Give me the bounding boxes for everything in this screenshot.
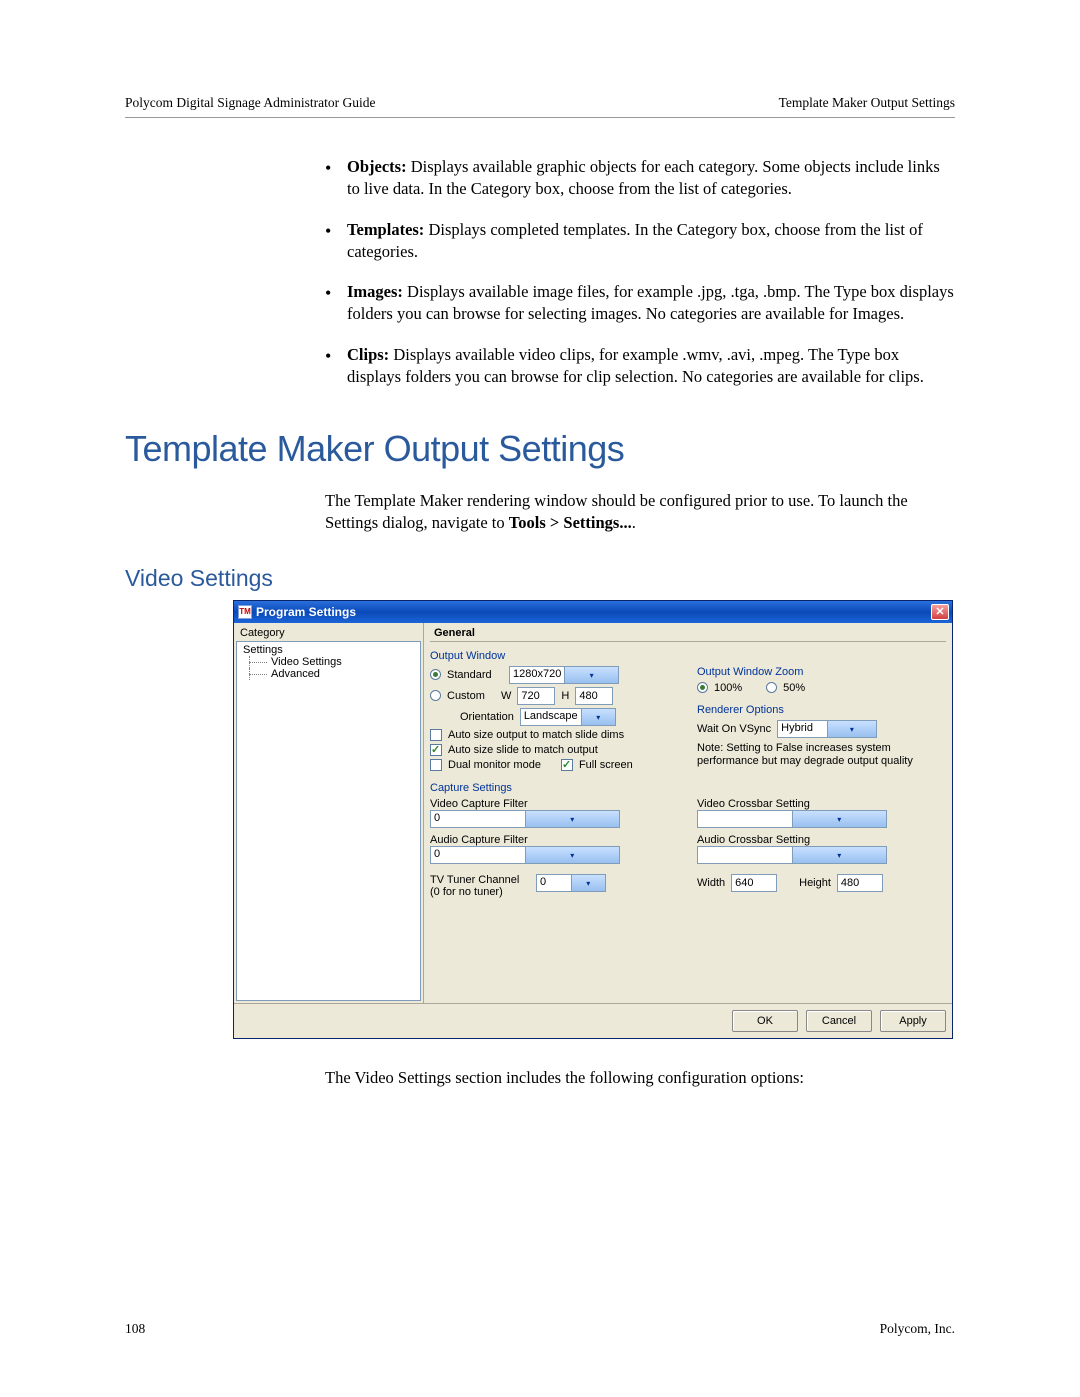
dialog-title: Program Settings — [256, 605, 356, 619]
vsync-note: Note: Setting to False increases system … — [697, 742, 946, 768]
orientation-value: Landscape — [521, 709, 581, 725]
resolution-value: 1280x720 — [510, 667, 564, 683]
auto-size-output-label: Auto size output to match slide dims — [448, 729, 624, 741]
page-footer: 108 Polycom, Inc. — [125, 1321, 955, 1337]
video-crossbar-combo[interactable]: ▾ — [697, 810, 887, 828]
audio-crossbar-combo[interactable]: ▾ — [697, 846, 887, 864]
bullet-clips-text: Displays available video clips, for exam… — [347, 345, 924, 386]
header-left: Polycom Digital Signage Administrator Gu… — [125, 95, 375, 111]
resolution-combo[interactable]: 1280x720 ▾ — [509, 666, 619, 684]
video-crossbar-label: Video Crossbar Setting — [697, 798, 946, 810]
audio-capture-filter-value: 0 — [431, 847, 525, 863]
cancel-button[interactable]: Cancel — [806, 1010, 872, 1032]
chevron-down-icon[interactable]: ▾ — [525, 811, 620, 827]
footer-company: Polycom, Inc. — [880, 1321, 955, 1337]
category-tree[interactable]: Settings Video Settings Advanced — [236, 641, 421, 1001]
chevron-down-icon[interactable]: ▾ — [581, 709, 615, 725]
zoom-100-radio[interactable] — [697, 682, 708, 693]
capture-width-label: Width — [697, 877, 725, 889]
capture-width-input[interactable] — [731, 874, 777, 892]
bullet-images-text: Displays available image files, for exam… — [347, 282, 954, 323]
tv-tuner-value: 0 — [537, 875, 571, 891]
chevron-down-icon[interactable]: ▾ — [827, 721, 877, 737]
h-label: H — [561, 690, 569, 702]
dialog-button-row: OK Cancel Apply — [234, 1003, 952, 1038]
audio-capture-filter-combo[interactable]: 0 ▾ — [430, 846, 620, 864]
audio-crossbar-value — [698, 847, 792, 863]
auto-size-slide-checkbox[interactable] — [430, 744, 442, 756]
page-header: Polycom Digital Signage Administrator Gu… — [125, 95, 955, 118]
orientation-label: Orientation — [460, 711, 514, 723]
height-input[interactable] — [575, 687, 613, 705]
auto-size-slide-label: Auto size slide to match output — [448, 744, 598, 756]
capture-settings-label: Capture Settings — [430, 782, 946, 794]
category-panel: Category Settings Video Settings Advance… — [234, 623, 424, 1003]
video-crossbar-value — [698, 811, 792, 827]
width-input[interactable] — [517, 687, 555, 705]
orientation-combo[interactable]: Landscape ▾ — [520, 708, 616, 726]
bullet-list: Objects: Displays available graphic obje… — [325, 156, 955, 388]
bullet-objects-label: Objects: — [347, 157, 407, 176]
video-capture-filter-value: 0 — [431, 811, 525, 827]
standard-label: Standard — [447, 669, 503, 681]
capture-height-label: Height — [799, 877, 831, 889]
full-screen-checkbox[interactable] — [561, 759, 573, 771]
page-number: 108 — [125, 1321, 145, 1337]
wait-vsync-value: Hybrid — [778, 721, 827, 737]
video-capture-filter-combo[interactable]: 0 ▾ — [430, 810, 620, 828]
chevron-down-icon[interactable]: ▾ — [792, 811, 887, 827]
tv-tuner-label: TV Tuner Channel (0 for no tuner) — [430, 874, 530, 898]
below-dialog-text: The Video Settings section includes the … — [325, 1067, 955, 1089]
program-settings-dialog: TM Program Settings ✕ Category Settings … — [233, 600, 953, 1039]
w-label: W — [501, 690, 511, 702]
chevron-down-icon[interactable]: ▾ — [792, 847, 887, 863]
tree-item-advanced[interactable]: Advanced — [237, 668, 420, 680]
dual-monitor-label: Dual monitor mode — [448, 759, 541, 771]
section-body: The Template Maker rendering window shou… — [325, 490, 955, 535]
chevron-down-icon[interactable]: ▾ — [571, 875, 606, 891]
wait-vsync-combo[interactable]: Hybrid ▾ — [777, 720, 877, 738]
tv-tuner-combo[interactable]: 0 ▾ — [536, 874, 606, 892]
header-right: Template Maker Output Settings — [779, 95, 955, 111]
output-window-label: Output Window — [430, 650, 679, 662]
settings-panel: General Output Window Standard 1280x720 … — [424, 623, 952, 1003]
renderer-options-label: Renderer Options — [697, 704, 946, 716]
dual-monitor-checkbox[interactable] — [430, 759, 442, 771]
capture-height-input[interactable] — [837, 874, 883, 892]
chevron-down-icon[interactable]: ▾ — [564, 667, 618, 683]
bullet-templates-label: Templates: — [347, 220, 424, 239]
auto-size-output-checkbox[interactable] — [430, 729, 442, 741]
wait-vsync-label: Wait On VSync — [697, 723, 771, 735]
apply-button[interactable]: Apply — [880, 1010, 946, 1032]
general-group-title: General — [430, 625, 946, 642]
full-screen-label: Full screen — [579, 759, 633, 771]
tree-item-settings[interactable]: Settings — [237, 644, 420, 656]
app-icon: TM — [238, 605, 252, 619]
custom-label: Custom — [447, 690, 495, 702]
close-icon[interactable]: ✕ — [931, 604, 949, 620]
category-label: Category — [236, 625, 421, 641]
chevron-down-icon[interactable]: ▾ — [525, 847, 620, 863]
subsection-heading: Video Settings — [125, 565, 955, 592]
bullet-objects-text: Displays available graphic objects for e… — [347, 157, 940, 198]
zoom-100-label: 100% — [714, 682, 742, 694]
section-heading: Template Maker Output Settings — [125, 428, 955, 470]
video-capture-filter-label: Video Capture Filter — [430, 798, 679, 810]
audio-capture-filter-label: Audio Capture Filter — [430, 834, 679, 846]
zoom-50-radio[interactable] — [766, 682, 777, 693]
dialog-titlebar[interactable]: TM Program Settings ✕ — [234, 601, 952, 623]
output-zoom-label: Output Window Zoom — [697, 666, 946, 678]
custom-radio[interactable] — [430, 690, 441, 701]
bullet-clips-label: Clips: — [347, 345, 389, 364]
bullet-templates-text: Displays completed templates. In the Cat… — [347, 220, 923, 261]
zoom-50-label: 50% — [783, 682, 805, 694]
bullet-images-label: Images: — [347, 282, 403, 301]
tree-item-video-settings[interactable]: Video Settings — [237, 656, 420, 668]
standard-radio[interactable] — [430, 669, 441, 680]
ok-button[interactable]: OK — [732, 1010, 798, 1032]
audio-crossbar-label: Audio Crossbar Setting — [697, 834, 946, 846]
